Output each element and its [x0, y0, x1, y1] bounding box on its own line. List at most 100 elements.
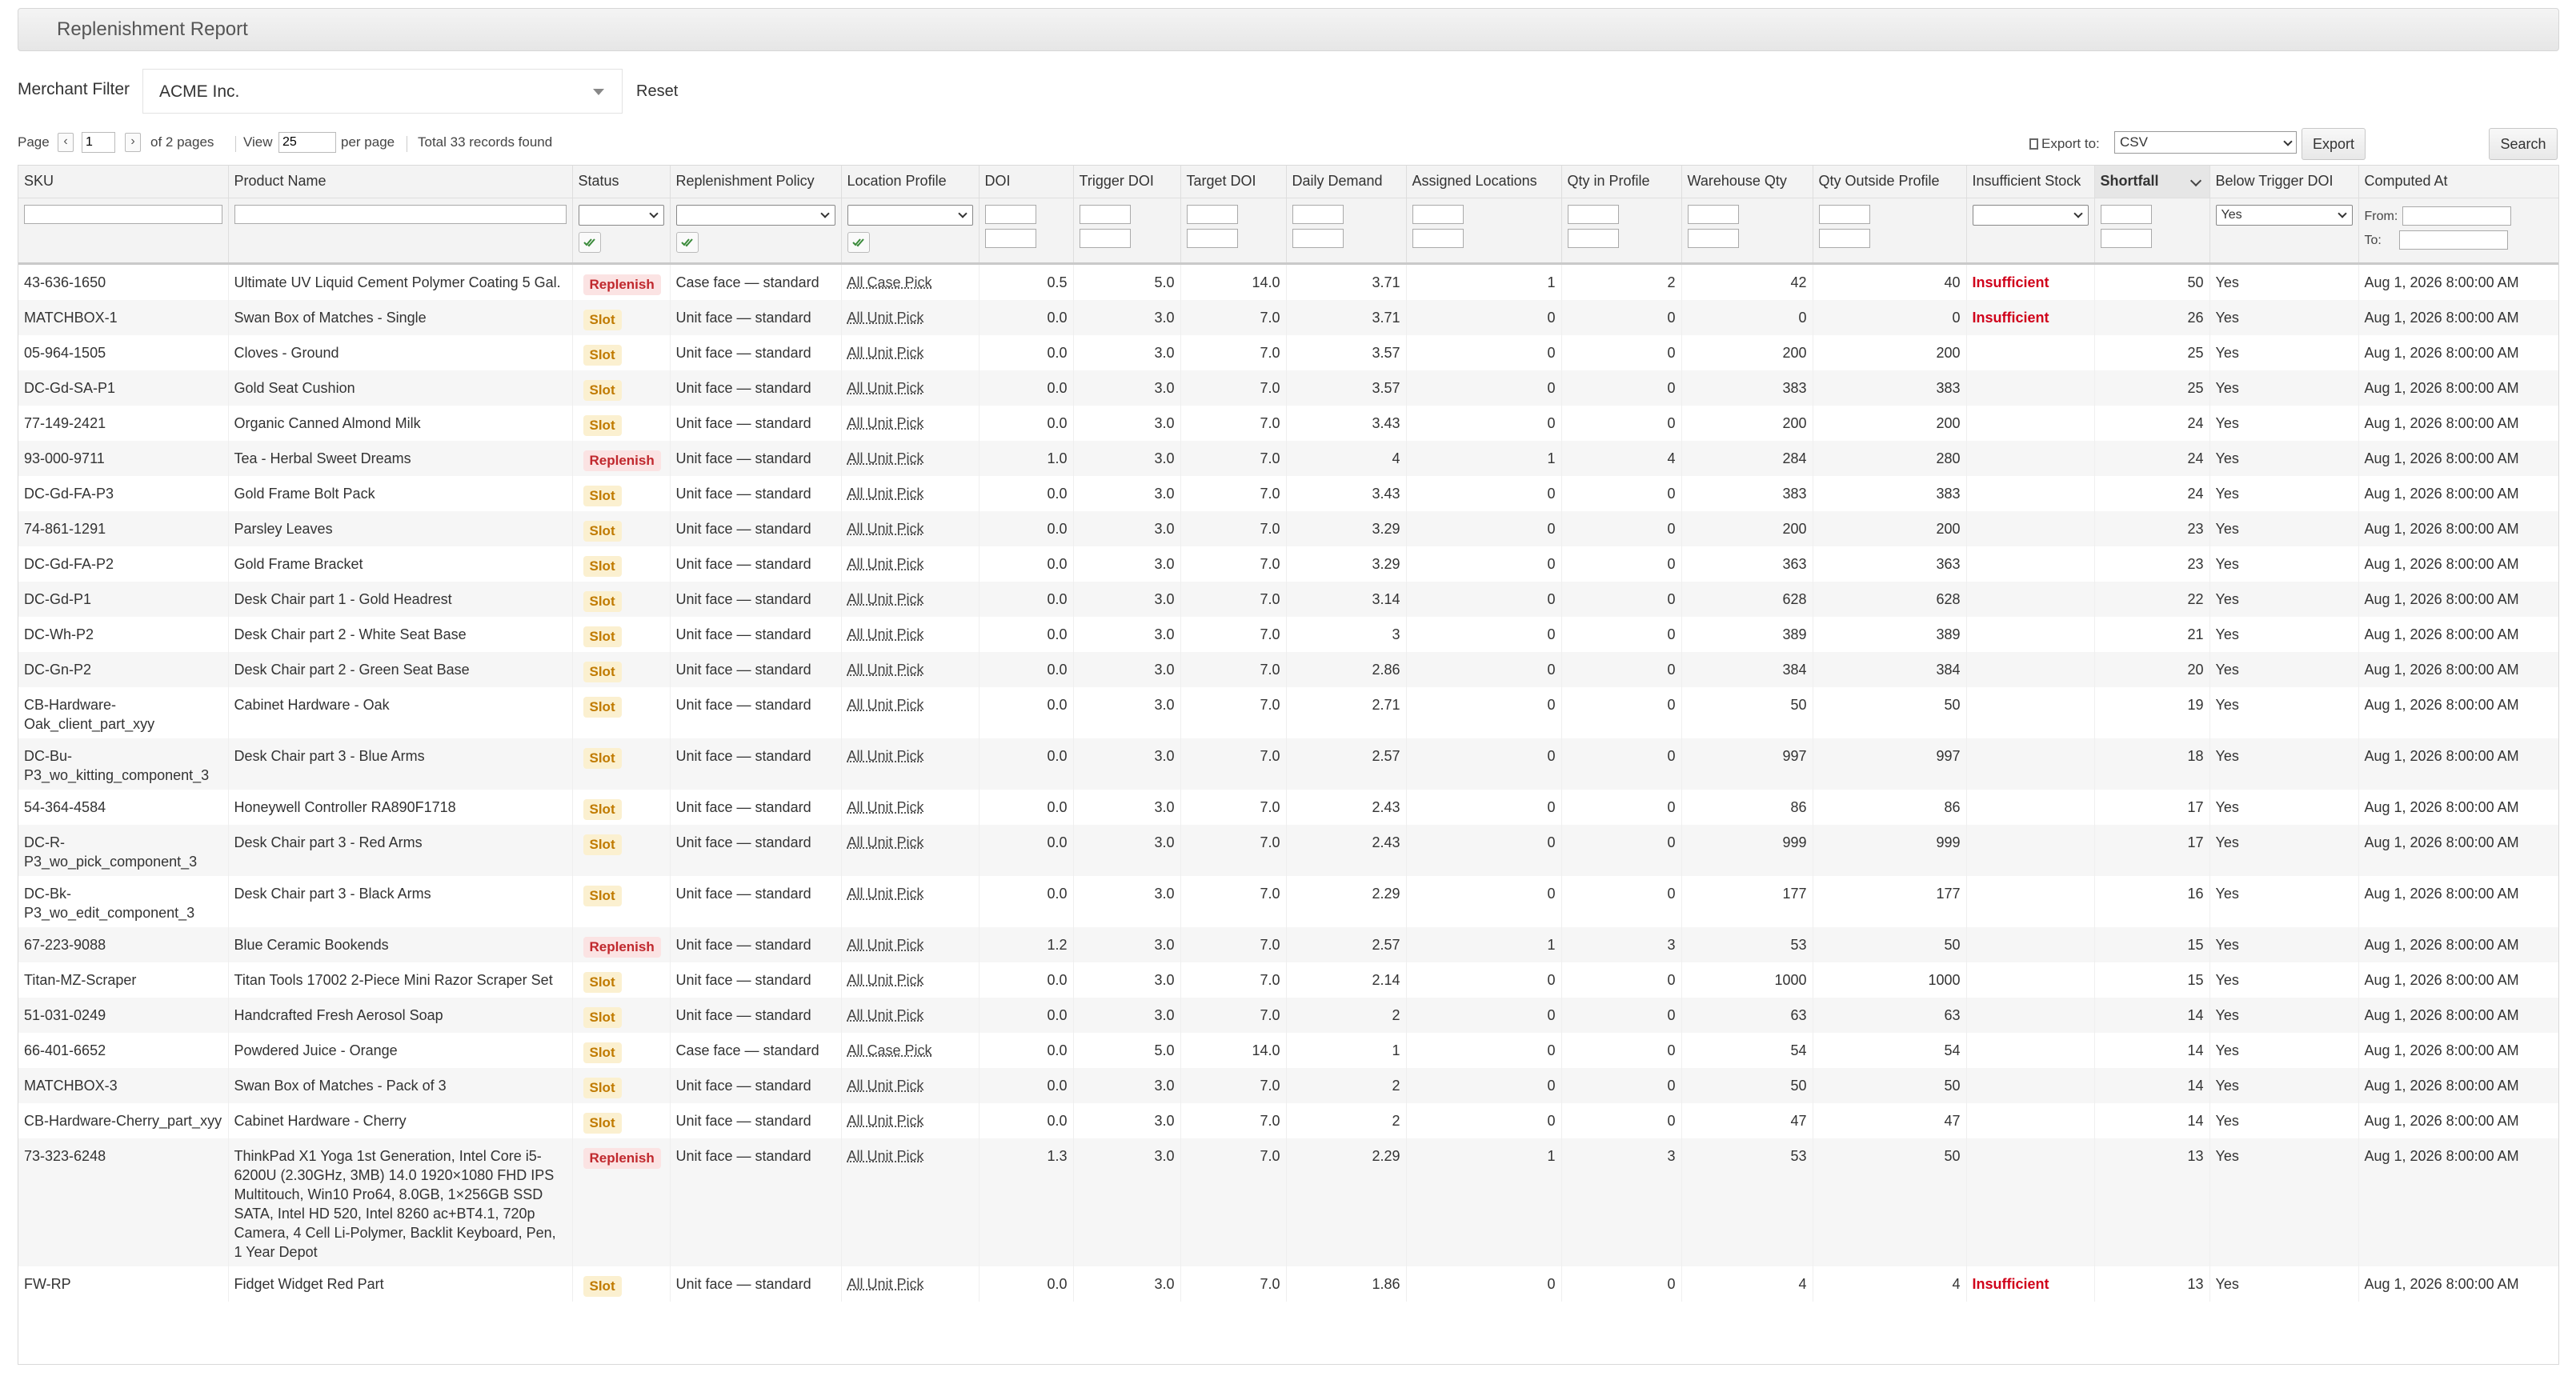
location-profile-link[interactable]: All Unit Pick — [847, 1007, 924, 1023]
per-page-input[interactable] — [278, 132, 336, 153]
column-header[interactable]: Insufficient Stock — [1966, 166, 2095, 198]
location-profile-link[interactable]: All Unit Pick — [847, 591, 924, 607]
table-row[interactable]: 74-861-1291 Parsley Leaves Slot Unit face —… — [18, 510, 2558, 546]
location-profile-link[interactable]: All Unit Pick — [847, 415, 924, 431]
table-row[interactable]: DC-Gd-P1 Desk Chair part 1 - Gold Headres… — [18, 581, 2558, 617]
product-name-filter-input[interactable] — [234, 204, 567, 224]
location-profile-link[interactable]: All Unit Pick — [847, 486, 924, 502]
merchant-select[interactable]: ACME Inc. — [142, 69, 623, 114]
location-profile-link[interactable]: All Unit Pick — [847, 450, 924, 466]
location-select-all-button[interactable] — [847, 231, 870, 253]
doi-max-input[interactable] — [984, 228, 1036, 248]
export-format-select[interactable]: CSV — [2114, 131, 2297, 154]
target-doi-max-input[interactable] — [1186, 228, 1238, 248]
column-header[interactable]: Qty in Profile — [1561, 166, 1682, 198]
location-profile-link[interactable]: All Unit Pick — [847, 697, 924, 713]
table-row[interactable]: DC-Wh-P2 Desk Chair part 2 - White Seat B… — [18, 616, 2558, 652]
qty-in-profile-min-input[interactable] — [1567, 204, 1619, 224]
location-profile-link[interactable]: All Unit Pick — [847, 521, 924, 537]
table-row[interactable]: 67-223-9088 Blue Ceramic Bookends Replenis… — [18, 926, 2558, 962]
status-filter-select[interactable] — [578, 204, 664, 226]
column-header[interactable]: Daily Demand — [1286, 166, 1407, 198]
table-row[interactable]: CB-Hardware-Cherry_part_xyy Cabinet Hardw… — [18, 1102, 2558, 1138]
column-header[interactable]: Assigned Locations — [1406, 166, 1562, 198]
warehouse-qty-max-input[interactable] — [1687, 228, 1739, 248]
warehouse-qty-min-input[interactable] — [1687, 204, 1739, 224]
assigned-min-input[interactable] — [1412, 204, 1464, 224]
table-row[interactable]: 43-636-1650 Ultimate UV Liquid Cement Pol… — [18, 263, 2558, 300]
location-profile-link[interactable]: All Case Pick — [847, 274, 932, 290]
prev-page-button[interactable]: ‹ — [58, 133, 74, 152]
status-select-all-button[interactable] — [578, 231, 601, 253]
location-profile-link[interactable]: All Unit Pick — [847, 556, 924, 572]
column-header[interactable]: Target DOI — [1180, 166, 1287, 198]
location-profile-link[interactable]: All Unit Pick — [847, 1078, 924, 1094]
column-header[interactable]: Replenishment Policy — [670, 166, 842, 198]
table-row[interactable]: DC-Bk-P3_wo_edit_component_3 Desk Chair p… — [18, 875, 2558, 927]
table-row[interactable]: DC-Gn-P2 Desk Chair part 2 - Green Seat B… — [18, 651, 2558, 687]
location-profile-link[interactable]: All Unit Pick — [847, 972, 924, 988]
column-header[interactable]: Product Name — [228, 166, 573, 198]
location-profile-link[interactable]: All Unit Pick — [847, 380, 924, 396]
location-profile-link[interactable]: All Unit Pick — [847, 345, 924, 361]
table-row[interactable]: DC-Bu-P3_wo_kitting_component_3 Desk Chai… — [18, 738, 2558, 790]
column-header[interactable]: Computed At — [2358, 166, 2558, 198]
table-row[interactable]: FW-RP Fidget Widget Red Part Slot Unit face… — [18, 1266, 2558, 1302]
location-filter-select[interactable] — [847, 204, 973, 226]
location-profile-link[interactable]: All Unit Pick — [847, 1148, 924, 1164]
location-profile-link[interactable]: All Unit Pick — [847, 626, 924, 642]
daily-demand-min-input[interactable] — [1292, 204, 1344, 224]
target-doi-min-input[interactable] — [1186, 204, 1238, 224]
table-row[interactable]: MATCHBOX-1 Swan Box of Matches - Single Sl… — [18, 299, 2558, 335]
search-button[interactable]: Search — [2489, 128, 2558, 160]
column-header[interactable]: Status — [572, 166, 671, 198]
shortfall-min-input[interactable] — [2100, 204, 2152, 224]
qty-outside-min-input[interactable] — [1818, 204, 1870, 224]
table-row[interactable]: DC-Gd-FA-P2 Gold Frame Bracket Slot Unit fa… — [18, 546, 2558, 582]
column-header[interactable]: Location Profile — [841, 166, 980, 198]
table-row[interactable]: MATCHBOX-3 Swan Box of Matches - Pack of … — [18, 1067, 2558, 1103]
table-row[interactable]: DC-Gd-FA-P3 Gold Frame Bolt Pack Slot Unit … — [18, 475, 2558, 511]
next-page-button[interactable]: › — [125, 133, 141, 152]
trigger-doi-max-input[interactable] — [1079, 228, 1131, 248]
trigger-doi-min-input[interactable] — [1079, 204, 1131, 224]
table-row[interactable]: Titan-MZ-Scraper Titan Tools 17002 2-Piec… — [18, 962, 2558, 998]
table-row[interactable]: 51-031-0249 Handcrafted Fresh Aerosol Soa… — [18, 997, 2558, 1033]
policy-select-all-button[interactable] — [675, 231, 699, 253]
column-header[interactable]: Below Trigger DOI — [2209, 166, 2359, 198]
table-row[interactable]: 54-364-4584 Honeywell Controller RA890F17… — [18, 789, 2558, 825]
doi-min-input[interactable] — [984, 204, 1036, 224]
location-profile-link[interactable]: All Unit Pick — [847, 1113, 924, 1129]
location-profile-link[interactable]: All Unit Pick — [847, 1276, 924, 1292]
page-number-input[interactable] — [82, 132, 115, 153]
assigned-max-input[interactable] — [1412, 228, 1464, 248]
location-profile-link[interactable]: All Unit Pick — [847, 886, 924, 902]
column-header[interactable]: Shortfall — [2094, 166, 2210, 198]
location-profile-link[interactable]: All Unit Pick — [847, 662, 924, 678]
daily-demand-max-input[interactable] — [1292, 228, 1344, 248]
reset-button[interactable]: Reset — [636, 82, 678, 101]
location-profile-link[interactable]: All Unit Pick — [847, 834, 924, 850]
below-trigger-filter-select[interactable]: Yes — [2215, 204, 2353, 226]
column-header[interactable]: SKU — [18, 166, 229, 198]
location-profile-link[interactable]: All Unit Pick — [847, 937, 924, 953]
table-row[interactable]: DC-Gd-SA-P1 Gold Seat Cushion Slot Unit fac… — [18, 370, 2558, 406]
sku-filter-input[interactable] — [24, 204, 222, 224]
qty-in-profile-max-input[interactable] — [1567, 228, 1619, 248]
location-profile-link[interactable]: All Unit Pick — [847, 748, 924, 764]
table-row[interactable]: 93-000-9711 Tea - Herbal Sweet Dreams Repl… — [18, 440, 2558, 476]
computed-from-input[interactable] — [2402, 206, 2512, 226]
table-row[interactable]: 77-149-2421 Organic Canned Almond Milk Slo… — [18, 405, 2558, 441]
location-profile-link[interactable]: All Case Pick — [847, 1042, 932, 1058]
policy-filter-select[interactable] — [675, 204, 835, 226]
table-row[interactable]: DC-R-P3_wo_pick_component_3 Desk Chair pa… — [18, 824, 2558, 876]
column-header[interactable]: Trigger DOI — [1073, 166, 1181, 198]
export-button[interactable]: Export — [2302, 128, 2366, 160]
column-header[interactable]: DOI — [979, 166, 1074, 198]
table-row[interactable]: 66-401-6652 Powdered Juice - Orange Slot Ca… — [18, 1032, 2558, 1068]
column-header[interactable]: Qty Outside Profile — [1813, 166, 1967, 198]
column-header[interactable]: Warehouse Qty — [1681, 166, 1813, 198]
location-profile-link[interactable]: All Unit Pick — [847, 310, 924, 326]
table-row[interactable]: 05-964-1505 Cloves - Ground Slot Unit face … — [18, 334, 2558, 370]
insufficient-filter-select[interactable] — [1972, 204, 2089, 226]
